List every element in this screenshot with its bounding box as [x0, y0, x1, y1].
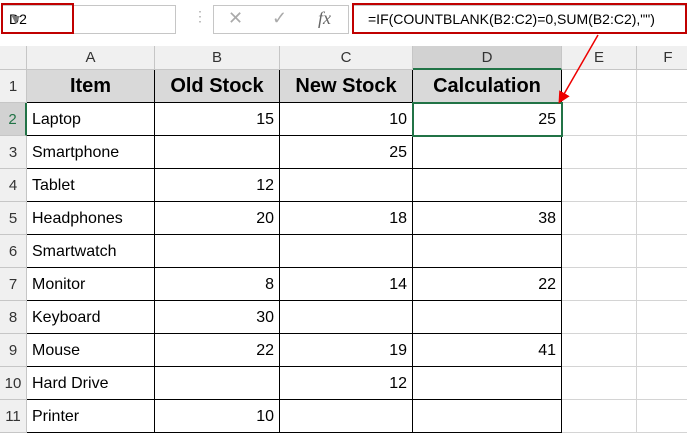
arrow-line	[558, 34, 599, 104]
annotation-arrow	[558, 34, 599, 104]
